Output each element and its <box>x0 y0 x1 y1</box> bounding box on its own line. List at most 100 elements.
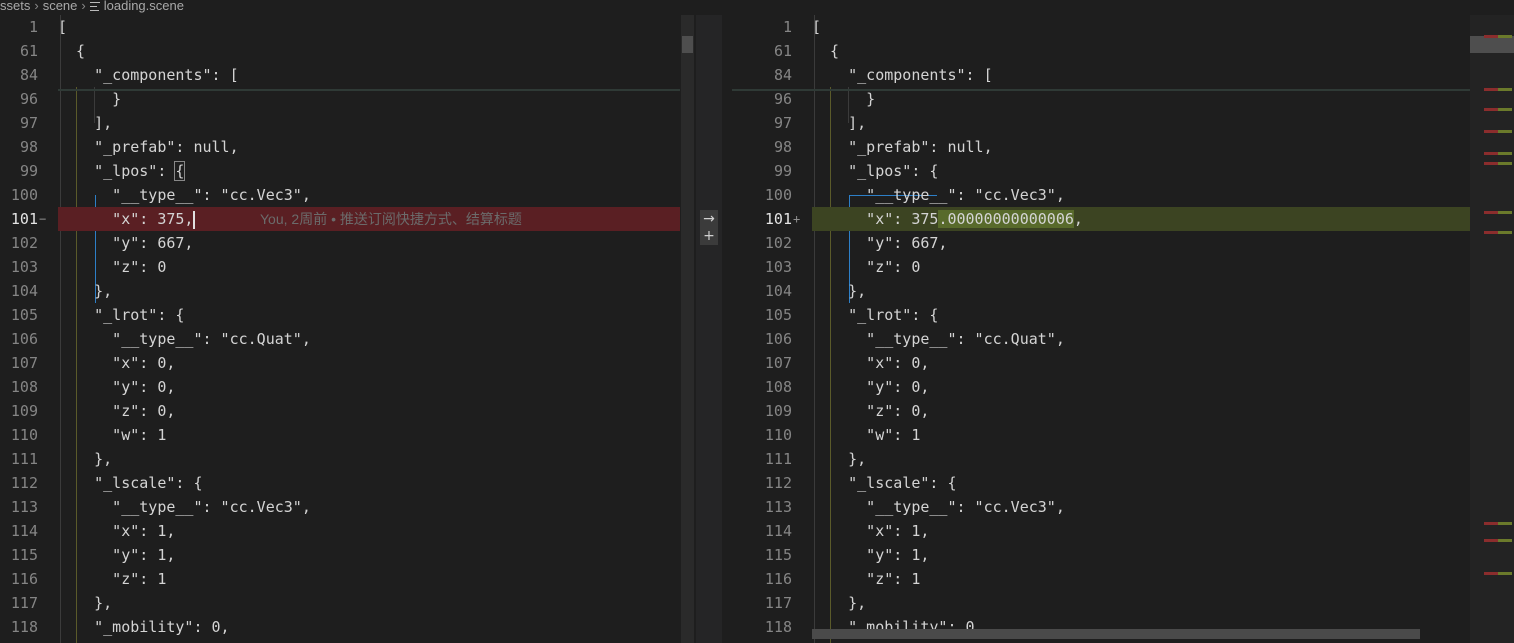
chevron-right-icon: › <box>34 0 39 13</box>
code-text: "_lrot": { <box>58 306 185 324</box>
line-number: 1 <box>28 18 38 36</box>
original-editor-pane[interactable]: 1[61 {84 "_components": [96 } 97 ], 98 "_p… <box>0 15 680 643</box>
code-line: 102 "y": 667, <box>732 231 1484 255</box>
line-number: 102 <box>10 234 38 252</box>
code-text: "_lpos": { <box>812 162 939 180</box>
horizontal-scrollbar[interactable] <box>812 629 1420 639</box>
line-number: 100 <box>764 186 792 204</box>
overview-change-marker <box>1498 211 1512 214</box>
line-number: 109 <box>10 402 38 420</box>
line-number: 117 <box>764 594 792 612</box>
code-line: 103 "z": 0 <box>732 255 1484 279</box>
matched-bracket: { <box>174 161 186 181</box>
code-text: "_lscale": { <box>58 474 203 492</box>
overview-change-marker <box>1498 231 1512 234</box>
line-number: 105 <box>10 306 38 324</box>
left-vertical-scrollbar[interactable] <box>681 15 694 643</box>
code-line: 107 "x": 0, <box>0 351 680 375</box>
line-number: 102 <box>764 234 792 252</box>
overview-change-marker <box>1484 35 1498 38</box>
code-line: 115 "y": 1, <box>0 543 680 567</box>
right-scrollbar-thumb[interactable] <box>1470 36 1514 53</box>
code-text: "w": 1 <box>812 426 921 444</box>
line-number: 100 <box>10 186 38 204</box>
code-line: 1[ <box>732 15 1484 39</box>
code-text: "z": 0, <box>58 402 176 420</box>
code-text: "z": 0, <box>812 402 930 420</box>
code-text: { <box>58 42 86 60</box>
code-line: 99 "_lpos": { <box>0 159 680 183</box>
line-number: 106 <box>10 330 38 348</box>
code-line: 115 "y": 1, <box>732 543 1484 567</box>
code-text: "y": 1, <box>58 546 176 564</box>
line-number: 101 <box>764 210 792 228</box>
line-number: 110 <box>10 426 38 444</box>
inserted-characters: .00000000000006 <box>938 210 1074 228</box>
code-line: 104 }, <box>732 279 1484 303</box>
code-text: ], <box>812 114 867 132</box>
code-text: "_lscale": { <box>812 474 957 492</box>
breadcrumb-item-scene[interactable]: scene <box>43 0 78 13</box>
code-line: 97 ], <box>732 111 1484 135</box>
overview-change-marker <box>1484 522 1498 525</box>
breadcrumb-item-assets[interactable]: ssets <box>0 0 30 13</box>
line-number: 112 <box>764 474 792 492</box>
code-text: }, <box>812 594 867 612</box>
code-line: 111 }, <box>732 447 1484 471</box>
line-number: 106 <box>764 330 792 348</box>
code-line: 111 }, <box>0 447 680 471</box>
code-line: 109 "z": 0, <box>732 399 1484 423</box>
code-line: 113 "__type__": "cc.Vec3", <box>732 495 1484 519</box>
code-line: 84 "_components": [ <box>0 63 680 87</box>
line-number: 98 <box>19 138 38 156</box>
line-number: 99 <box>19 162 38 180</box>
line-number: 107 <box>764 354 792 372</box>
line-number: 116 <box>10 570 38 588</box>
code-line: 114 "x": 1, <box>0 519 680 543</box>
code-text: "x": 0, <box>58 354 176 372</box>
code-line: 61 { <box>0 39 680 63</box>
overview-change-marker <box>1498 152 1512 155</box>
code-text: }, <box>58 450 113 468</box>
code-line: 113 "__type__": "cc.Vec3", <box>0 495 680 519</box>
code-text: { <box>812 42 840 60</box>
code-line: 98 "_prefab": null, <box>732 135 1484 159</box>
code-text: "x": 1, <box>58 522 176 540</box>
overview-change-marker <box>1498 35 1512 38</box>
code-text: "__type__": "cc.Vec3", <box>58 186 311 204</box>
breadcrumb-item-file[interactable]: loading.scene <box>104 0 184 13</box>
line-number: 115 <box>764 546 792 564</box>
expand-change-icon[interactable]: + <box>700 227 718 245</box>
code-line: 110 "w": 1 <box>732 423 1484 447</box>
line-number: 104 <box>10 282 38 300</box>
line-number: 113 <box>10 498 38 516</box>
overview-change-marker <box>1498 162 1512 165</box>
modified-editor-pane[interactable]: 1[61 {84 "_components": [96 } 97 ], 98 "_p… <box>732 15 1484 643</box>
overview-change-marker <box>1484 88 1498 91</box>
code-line: 1[ <box>0 15 680 39</box>
code-line: 105 "_lrot": { <box>732 303 1484 327</box>
left-scrollbar-thumb[interactable] <box>682 36 693 53</box>
code-text: "_lrot": { <box>812 306 939 324</box>
code-line: 97 ], <box>0 111 680 135</box>
code-line: 107 "x": 0, <box>732 351 1484 375</box>
line-number: 118 <box>764 618 792 636</box>
code-text: "_components": [ <box>812 66 993 84</box>
code-text: "__type__": "cc.Vec3", <box>812 498 1065 516</box>
overview-change-marker <box>1498 539 1512 542</box>
overview-change-marker <box>1484 211 1498 214</box>
copy-change-arrow-icon[interactable]: → <box>700 210 718 228</box>
code-line: 108 "y": 0, <box>732 375 1484 399</box>
code-text: "x": 375.00000000000006, <box>812 207 1083 231</box>
code-text: "z": 1 <box>58 570 167 588</box>
line-number: 108 <box>764 378 792 396</box>
line-number: 98 <box>773 138 792 156</box>
code-line: 106 "__type__": "cc.Quat", <box>0 327 680 351</box>
code-text: "_prefab": null, <box>58 138 239 156</box>
code-text: "z": 0 <box>58 258 167 276</box>
code-text: "x": 1, <box>812 522 930 540</box>
code-text: [ <box>58 18 68 36</box>
code-text: "__type__": "cc.Vec3", <box>58 498 311 516</box>
deleted-line: 101− "x": 375, You, 2周前 • 推送订阅快捷方式、结算标题 <box>0 207 680 231</box>
code-text: }, <box>812 450 867 468</box>
